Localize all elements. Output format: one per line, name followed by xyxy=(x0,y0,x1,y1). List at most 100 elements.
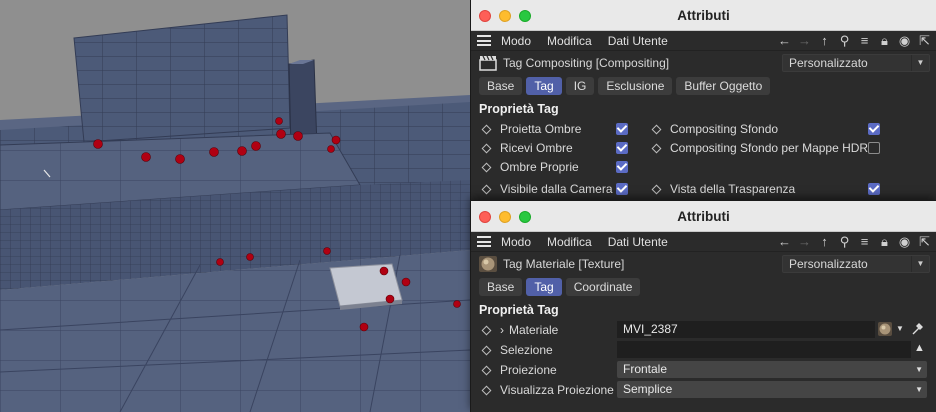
visualizza-proiezione-value: Semplice xyxy=(623,382,673,396)
menu-dati-utente[interactable]: Dati Utente xyxy=(608,235,668,249)
up-arrow-icon[interactable]: ↑ xyxy=(817,234,832,249)
close-window-button[interactable] xyxy=(479,211,491,223)
menu-modifica[interactable]: Modifica xyxy=(547,34,592,48)
lock-icon[interactable]: 🔒︎ xyxy=(877,234,892,249)
menu-modo[interactable]: Modo xyxy=(501,235,531,249)
tab-esclusione[interactable]: Esclusione xyxy=(598,77,673,95)
prop-label: Compositing Sfondo xyxy=(670,122,779,136)
new-window-icon[interactable]: ⇱ xyxy=(917,234,932,249)
keyframe-diamond-icon[interactable] xyxy=(651,124,662,134)
checkbox-visibile-camera[interactable] xyxy=(616,183,628,195)
object-name: Tag Compositing [Compositing] xyxy=(503,56,670,70)
materiale-field[interactable]: MVI_2387 xyxy=(617,321,875,338)
section-title: Proprietà Tag xyxy=(479,102,559,116)
menu-modifica[interactable]: Modifica xyxy=(547,235,592,249)
3d-viewport[interactable] xyxy=(0,0,470,412)
tab-buffer-oggetto[interactable]: Buffer Oggetto xyxy=(676,77,771,95)
forward-arrow-icon[interactable]: → xyxy=(797,33,812,48)
tab-bar: Base Tag IG Esclusione Buffer Oggetto xyxy=(471,75,936,97)
menu-bar: Modo Modifica Dati Utente ← → ↑ ⚲ ≡ 🔒︎ ◉… xyxy=(471,232,936,252)
window-titlebar[interactable]: Attributi xyxy=(471,0,936,31)
chevron-down-icon: ▼ xyxy=(915,365,923,374)
checkbox-compositing-sfondo[interactable] xyxy=(868,123,880,135)
search-icon[interactable]: ⚲ xyxy=(837,234,852,249)
tab-base[interactable]: Base xyxy=(479,278,523,296)
properties-grid: Proietta Ombre Ricevi Ombre Ombre Propri… xyxy=(471,119,936,199)
back-arrow-icon[interactable]: ← xyxy=(777,33,792,48)
chevron-down-icon[interactable]: ▼ xyxy=(896,324,904,333)
zoom-window-button[interactable] xyxy=(519,211,531,223)
section-title: Proprietà Tag xyxy=(479,303,559,317)
preset-value: Personalizzato xyxy=(789,257,868,271)
tab-coordinate[interactable]: Coordinate xyxy=(565,278,641,296)
back-arrow-icon[interactable]: ← xyxy=(777,234,792,249)
preset-value: Personalizzato xyxy=(789,56,868,70)
minimize-window-button[interactable] xyxy=(499,211,511,223)
keyframe-diamond-icon[interactable] xyxy=(481,184,492,194)
search-icon[interactable]: ⚲ xyxy=(837,33,852,48)
close-window-button[interactable] xyxy=(479,10,491,22)
keyframe-diamond-icon[interactable] xyxy=(481,162,492,172)
back-panel xyxy=(73,14,291,143)
viewport-scene xyxy=(0,0,470,412)
filter-icon[interactable]: ≡ xyxy=(857,33,872,48)
attributes-window-material: Attributi Modo Modifica Dati Utente ← → … xyxy=(470,200,936,412)
visualizza-proiezione-dropdown[interactable]: Semplice ▼ xyxy=(617,381,927,398)
tab-base[interactable]: Base xyxy=(479,77,523,95)
keyframe-diamond-icon[interactable] xyxy=(651,184,662,194)
preset-dropdown[interactable]: Personalizzato ▼ xyxy=(782,255,930,273)
menu-bar: Modo Modifica Dati Utente ← → ↑ ⚲ ≡ 🔒︎ ◉… xyxy=(471,31,936,51)
triangle-up-icon[interactable]: ▲ xyxy=(914,342,925,354)
keyframe-diamond-icon[interactable] xyxy=(481,124,492,134)
keyframe-diamond-icon[interactable] xyxy=(481,143,492,153)
material-thumbnail-icon[interactable] xyxy=(878,322,892,336)
checkbox-ombre-proprie[interactable] xyxy=(616,161,628,173)
checkbox-vista-trasparenza[interactable] xyxy=(868,183,880,195)
keyframe-diamond-icon[interactable] xyxy=(481,385,492,395)
up-arrow-icon[interactable]: ↑ xyxy=(817,33,832,48)
tab-ig[interactable]: IG xyxy=(565,77,595,95)
prop-compositing-sfondo-hdr: Compositing Sfondo per Mappe HDR xyxy=(649,138,868,158)
prop-label: Proiezione xyxy=(500,363,557,377)
expand-chevron-icon[interactable]: › xyxy=(500,323,504,337)
checkbox-ricevi-ombre[interactable] xyxy=(616,142,628,154)
target-icon[interactable]: ◉ xyxy=(897,234,912,249)
prop-label: Selezione xyxy=(500,343,553,357)
selezione-field[interactable] xyxy=(617,341,911,358)
chevron-down-icon: ▼ xyxy=(911,256,929,272)
checkbox-proietta-ombre[interactable] xyxy=(616,123,628,135)
prop-visualizza-proiezione: Visualizza Proiezione xyxy=(479,380,614,400)
hamburger-menu-icon[interactable] xyxy=(477,236,491,247)
keyframe-diamond-icon[interactable] xyxy=(481,345,492,355)
window-titlebar[interactable]: Attributi xyxy=(471,201,936,232)
menu-modo[interactable]: Modo xyxy=(501,34,531,48)
target-icon[interactable]: ◉ xyxy=(897,33,912,48)
keyframe-diamond-icon[interactable] xyxy=(651,143,662,153)
picker-eyedropper-icon[interactable] xyxy=(911,322,924,336)
filter-icon[interactable]: ≡ xyxy=(857,234,872,249)
object-row: Tag Materiale [Texture] Personalizzato ▼ xyxy=(471,252,936,276)
lock-icon[interactable]: 🔒︎ xyxy=(877,33,892,48)
tab-tag[interactable]: Tag xyxy=(526,77,562,95)
new-window-icon[interactable]: ⇱ xyxy=(917,33,932,48)
keyframe-diamond-icon[interactable] xyxy=(481,365,492,375)
properties-grid: › Materiale MVI_2387 ▼ Selezione ▲ Proie… xyxy=(471,320,936,402)
menu-dati-utente[interactable]: Dati Utente xyxy=(608,34,668,48)
window-title: Attributi xyxy=(677,208,730,224)
keyframe-diamond-icon[interactable] xyxy=(481,325,492,335)
checkbox-compositing-sfondo-hdr[interactable] xyxy=(868,142,880,154)
materiale-value: MVI_2387 xyxy=(623,322,678,336)
hamburger-menu-icon[interactable] xyxy=(477,35,491,46)
prop-ombre-proprie: Ombre Proprie xyxy=(479,157,579,177)
prop-label: Proietta Ombre xyxy=(500,122,582,136)
forward-arrow-icon[interactable]: → xyxy=(797,234,812,249)
proiezione-dropdown[interactable]: Frontale ▼ xyxy=(617,361,927,378)
zoom-window-button[interactable] xyxy=(519,10,531,22)
material-sphere-icon xyxy=(479,256,497,272)
prop-selezione: Selezione xyxy=(479,340,553,360)
prop-label: Visualizza Proiezione xyxy=(500,383,614,397)
window-title: Attributi xyxy=(677,7,730,23)
minimize-window-button[interactable] xyxy=(499,10,511,22)
preset-dropdown[interactable]: Personalizzato ▼ xyxy=(782,54,930,72)
tab-tag[interactable]: Tag xyxy=(526,278,562,296)
